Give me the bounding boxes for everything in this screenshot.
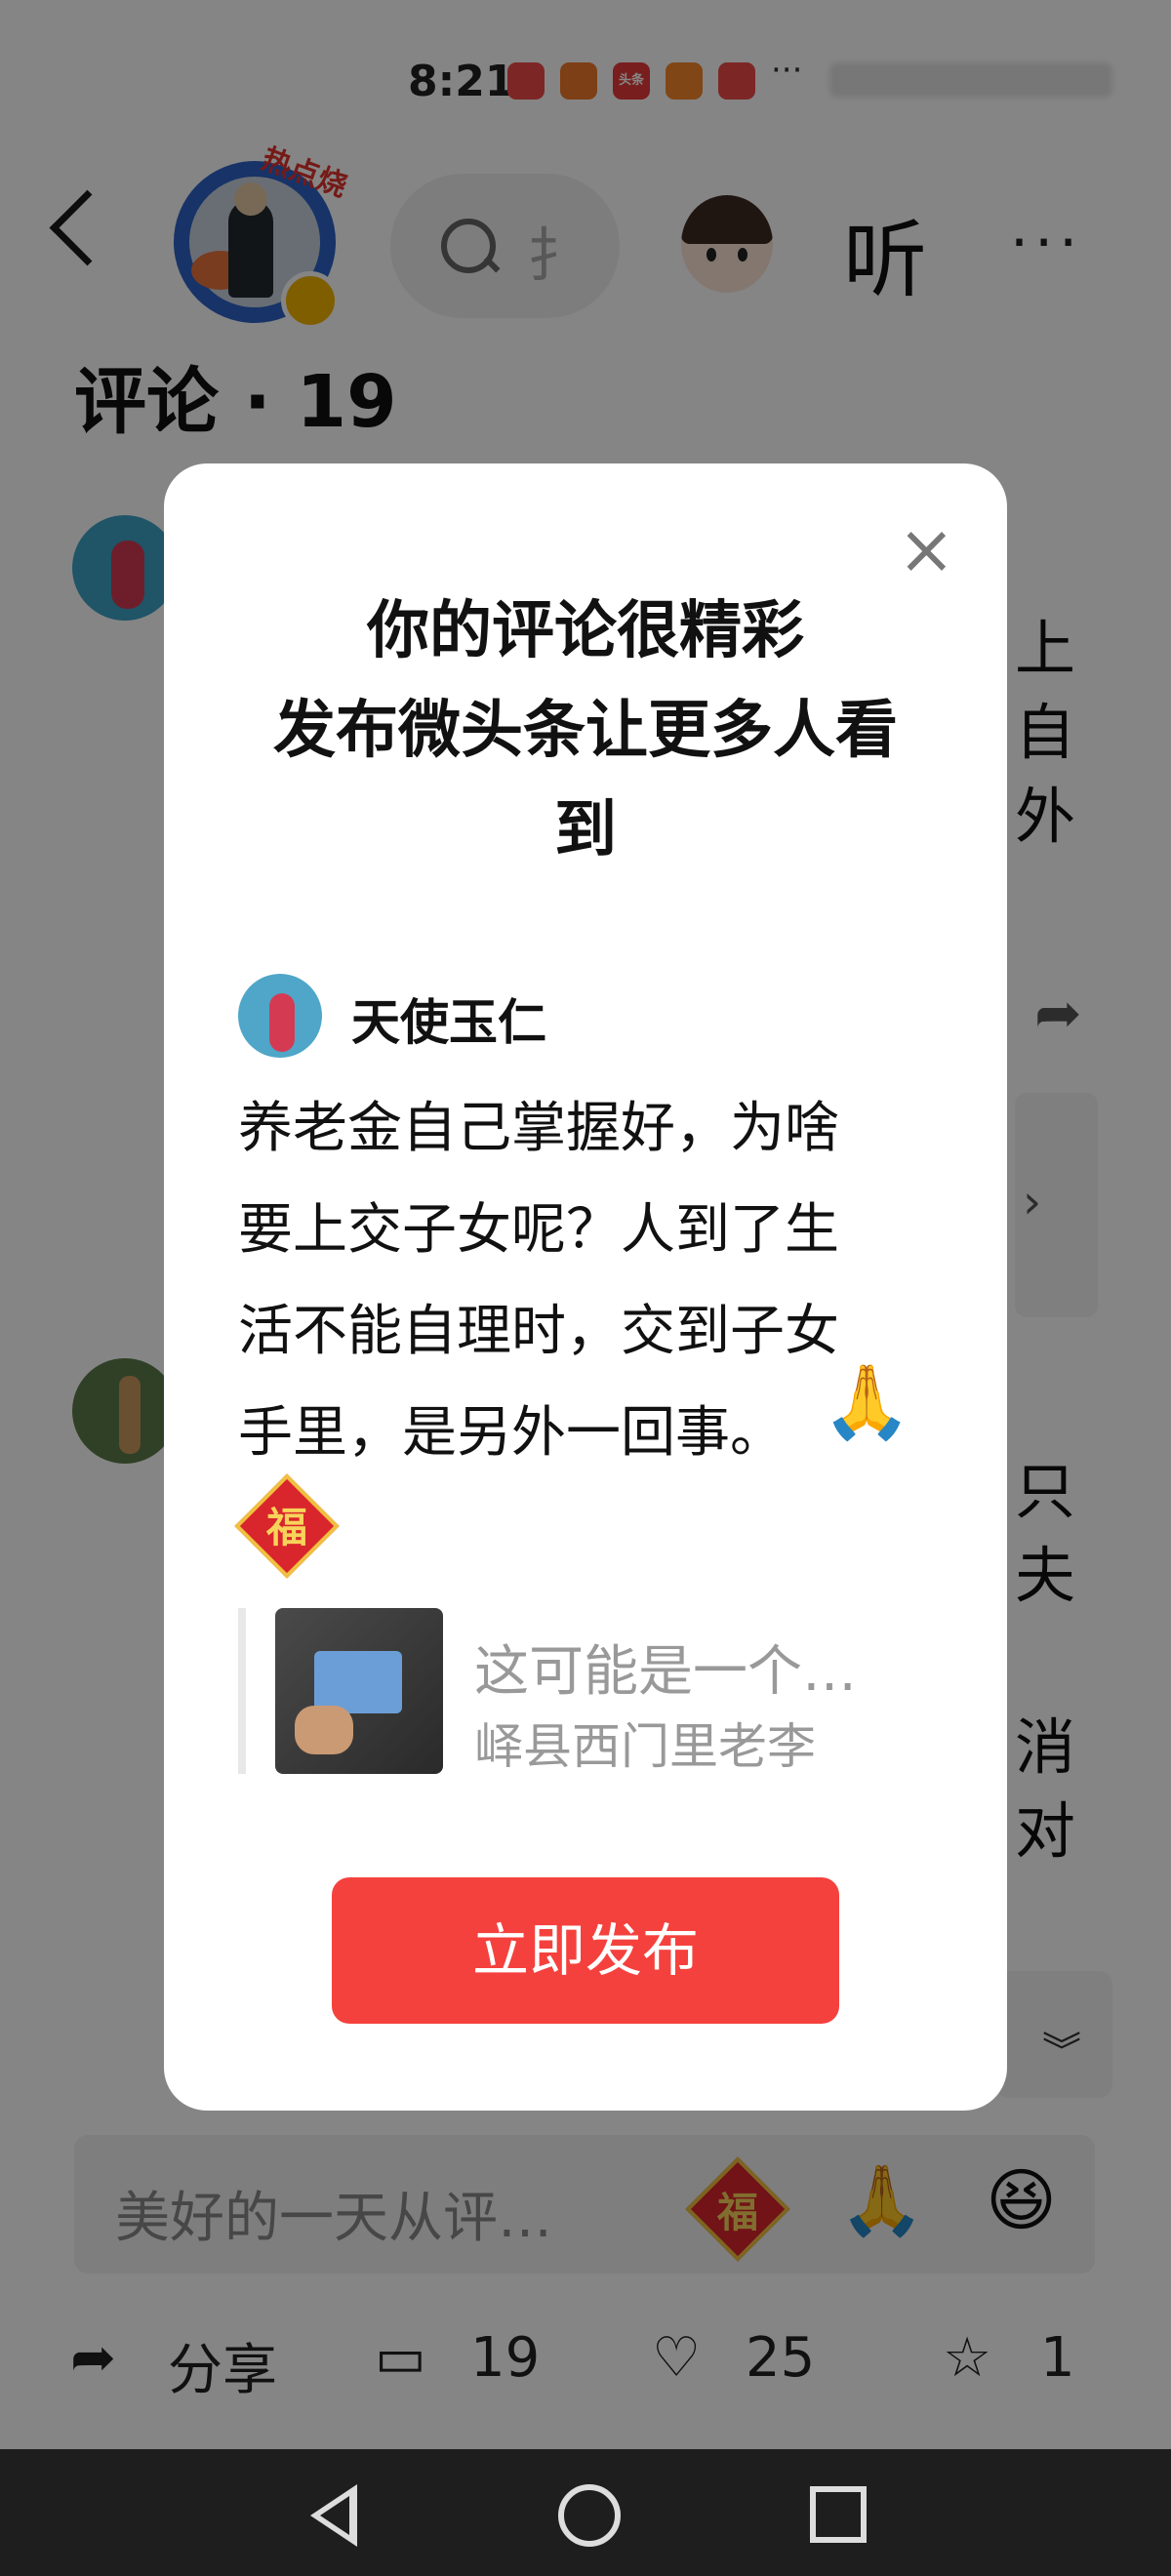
thumbnail-card xyxy=(314,1651,402,1713)
comment-line: 要上交子女呢？人到了生 xyxy=(238,1198,839,1262)
comment-line: 养老金自己掌握好，为啥 xyxy=(238,1097,839,1160)
thumbnail-hand xyxy=(295,1706,353,1754)
quoted-article-title: 这可能是一个… xyxy=(474,1640,857,1704)
dialog-title-line2: 发布微头条让更多人看 xyxy=(273,695,898,767)
quoted-article-author: 峄县西门里老李 xyxy=(474,1718,816,1775)
dialog-title-line3: 到 xyxy=(554,794,617,866)
fu-sticker-label: 福 xyxy=(265,1504,307,1551)
dialog-title-line1: 你的评论很精彩 xyxy=(367,595,804,667)
publish-now-button[interactable]: 立即发布 xyxy=(332,1877,839,2024)
nav-back-icon-inner xyxy=(320,2496,349,2535)
avatar-figure xyxy=(269,993,295,1052)
close-icon[interactable]: × xyxy=(898,515,955,584)
pray-emoji-icon: 🙏 xyxy=(822,1360,912,1444)
article-thumbnail xyxy=(275,1608,443,1774)
quote-bar xyxy=(238,1608,246,1774)
nav-home-icon[interactable] xyxy=(558,2484,621,2547)
author-name: 天使玉仁 xyxy=(351,994,546,1051)
nav-recents-icon[interactable] xyxy=(810,2486,867,2543)
author-avatar xyxy=(238,974,322,1058)
